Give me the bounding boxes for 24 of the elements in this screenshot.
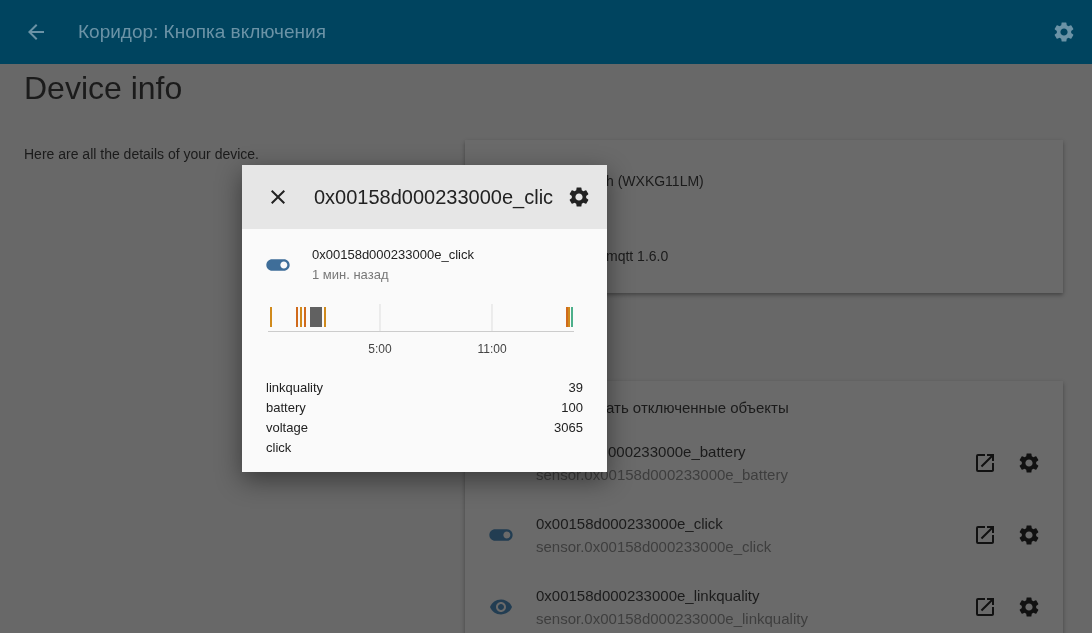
open-icon[interactable]: [973, 595, 997, 619]
device-detail: h (WXKG11LM): [606, 172, 705, 191]
attribute-value: 100: [561, 399, 583, 417]
page-title: Коридор: Кнопка включения: [78, 19, 326, 44]
page-description: Here are all the details of your device.: [24, 145, 260, 164]
time-label: 5:00: [368, 341, 392, 358]
dialog-title: 0x00158d000233000e_clic: [314, 185, 554, 211]
entity-name: 0x00158d000233000e_click: [312, 246, 474, 264]
attribute-name: voltage: [266, 419, 308, 437]
open-icon[interactable]: [973, 523, 997, 547]
device-detail: mqtt 1.6.0: [606, 247, 670, 266]
attribute-value: 39: [568, 379, 583, 397]
attribute-name: linkquality: [266, 379, 324, 397]
entity-name: 0x00158d000233000e_click: [536, 514, 723, 532]
attribute-name: click: [266, 439, 292, 457]
time-label: 11:00: [477, 341, 507, 358]
open-icon[interactable]: [973, 451, 997, 475]
attribute-value: 3065: [554, 419, 583, 437]
attribute-name: battery: [266, 399, 306, 417]
last-changed: 1 мин. назад: [312, 265, 390, 284]
entity-name: 000233000e_battery: [608, 442, 746, 460]
entity-name: 0x00158d000233000e_linkquality: [536, 586, 760, 604]
settings-icon[interactable]: [567, 185, 591, 209]
page-heading: Device info: [24, 69, 184, 108]
